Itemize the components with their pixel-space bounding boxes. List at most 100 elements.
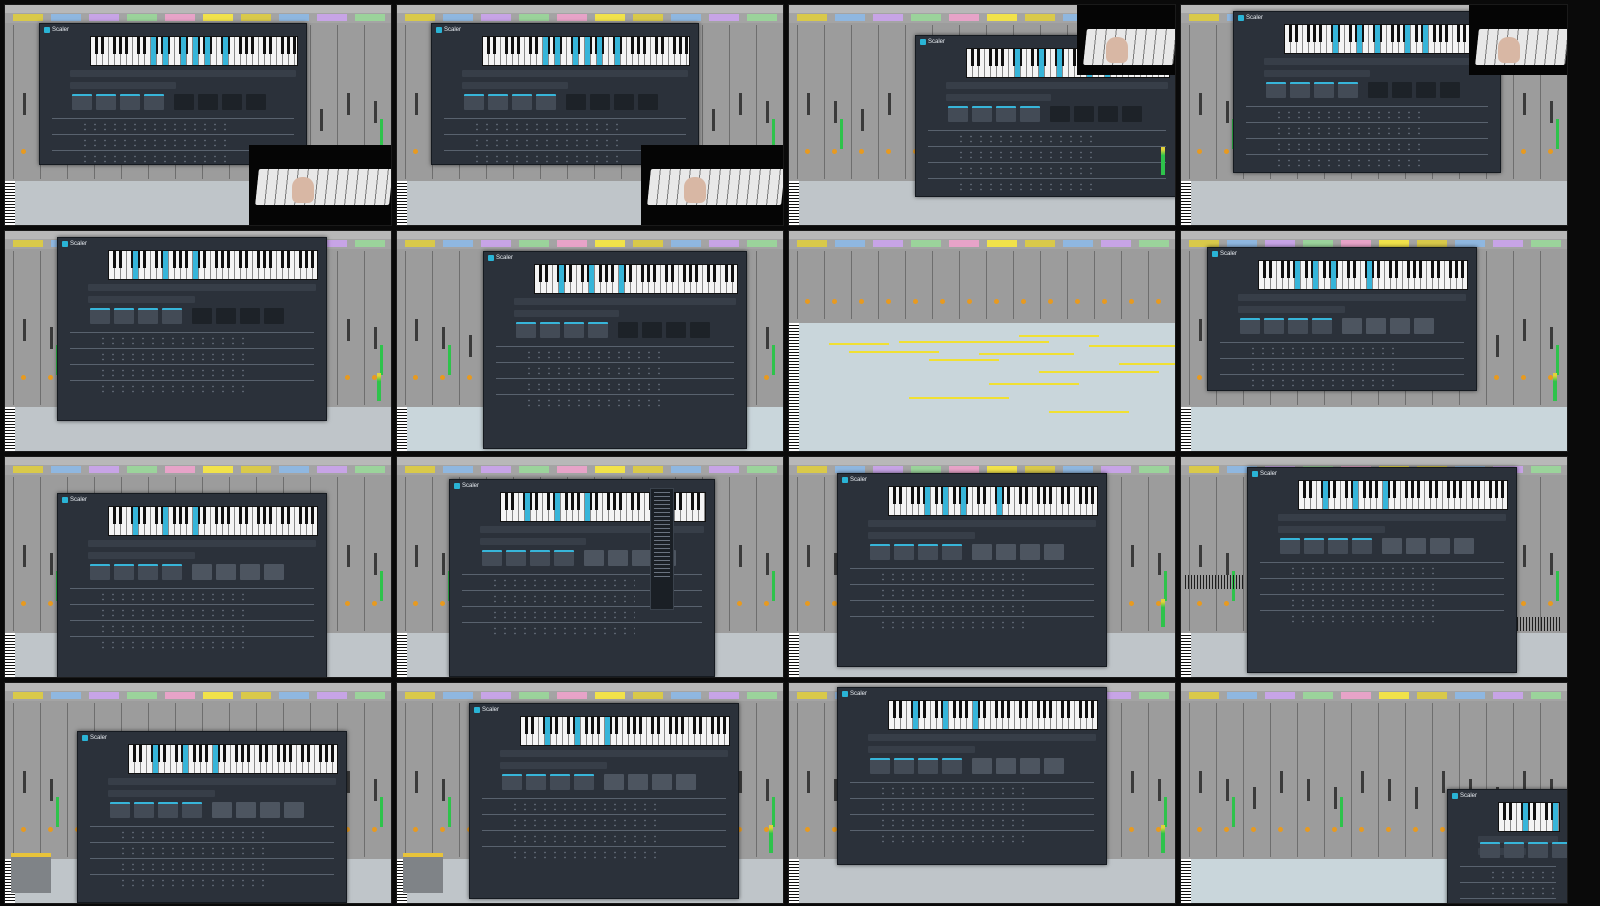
session-clip[interactable] [1493,692,1523,699]
black-key[interactable] [193,745,196,762]
scaler-section-header[interactable] [946,94,1051,101]
highlighted-key[interactable] [181,37,186,65]
black-key[interactable] [155,507,158,524]
session-clip[interactable] [911,466,941,473]
chord-pad[interactable] [512,94,532,110]
chord-pad[interactable] [942,758,962,774]
send-knob[interactable] [440,601,445,606]
black-key[interactable] [681,717,684,734]
volume-fader[interactable] [1361,771,1364,793]
black-key[interactable] [1263,261,1266,278]
black-key[interactable] [607,493,610,510]
chord-slot[interactable] [174,94,194,110]
scaler-keyboard[interactable] [520,716,730,746]
black-key[interactable] [1363,481,1366,498]
session-clip[interactable] [51,14,81,21]
volume-fader[interactable] [712,109,715,131]
session-clip[interactable] [279,14,309,21]
highlighted-key[interactable] [1367,261,1372,289]
session-clip[interactable] [89,466,119,473]
black-key[interactable] [1007,701,1010,718]
volume-fader[interactable] [415,545,418,567]
black-key[interactable] [1417,481,1420,498]
highlighted-key[interactable] [133,251,138,279]
black-key[interactable] [163,745,166,762]
send-knob[interactable] [1251,827,1256,832]
chord-pad[interactable] [162,564,182,580]
black-key[interactable] [1037,487,1040,504]
chord-pad[interactable] [540,322,560,338]
send-knob[interactable] [1197,827,1202,832]
chord-pad[interactable] [502,774,522,790]
volume-fader[interactable] [739,545,742,567]
black-key[interactable] [631,493,634,510]
black-key[interactable] [311,507,314,524]
volume-fader[interactable] [1226,101,1229,123]
chord-slot[interactable] [604,774,624,790]
black-key[interactable] [1411,481,1414,498]
chord-slot[interactable] [614,94,634,110]
session-clip[interactable] [1265,240,1295,247]
black-key[interactable] [287,507,290,524]
dropdown-option[interactable] [654,508,670,509]
black-key[interactable] [325,745,328,762]
chord-pad[interactable] [1280,538,1300,554]
send-knob[interactable] [832,299,837,304]
black-key[interactable] [1001,701,1004,718]
black-key[interactable] [1369,481,1372,498]
chord-slot[interactable] [1430,538,1450,554]
send-knob[interactable] [1224,827,1229,832]
chord-slot[interactable] [240,564,260,580]
black-key[interactable] [1353,261,1356,278]
chord-pad[interactable] [1290,82,1310,98]
chord-slot[interactable] [1414,318,1434,334]
black-key[interactable] [215,251,218,268]
chord-pad[interactable] [1328,538,1348,554]
volume-fader[interactable] [415,319,418,341]
chord-pad[interactable] [162,308,182,324]
black-key[interactable] [971,49,974,66]
black-key[interactable] [571,493,574,510]
black-key[interactable] [263,251,266,268]
volume-fader[interactable] [442,327,445,349]
scaler-section-header[interactable] [88,296,196,303]
black-key[interactable] [299,251,302,268]
volume-fader[interactable] [807,93,810,115]
black-key[interactable] [539,265,542,282]
highlighted-key[interactable] [585,37,590,65]
send-knob[interactable] [440,375,445,380]
highlighted-key[interactable] [543,37,548,65]
black-key[interactable] [119,37,122,54]
scaler-keyboard[interactable] [90,36,298,66]
session-clip[interactable] [1189,692,1219,699]
black-key[interactable] [567,717,570,734]
black-key[interactable] [595,493,598,510]
session-clip[interactable] [405,14,435,21]
black-key[interactable] [1073,49,1076,66]
midi-clip-area[interactable] [1181,181,1567,225]
black-key[interactable] [1305,261,1308,278]
volume-fader[interactable] [766,101,769,123]
black-key[interactable] [199,745,202,762]
session-clip[interactable] [443,692,473,699]
black-key[interactable] [203,251,206,268]
chord-pad[interactable] [1504,842,1524,858]
black-key[interactable] [899,701,902,718]
black-key[interactable] [301,745,304,762]
black-key[interactable] [605,265,608,282]
chord-slot[interactable] [1406,538,1426,554]
black-key[interactable] [697,493,700,510]
session-clip[interactable] [797,14,827,21]
black-key[interactable] [1067,701,1070,718]
dropdown-option[interactable] [654,512,670,513]
volume-fader[interactable] [50,327,53,349]
dropdown-option[interactable] [654,576,670,577]
session-clip[interactable] [1493,240,1523,247]
chord-slot[interactable] [192,564,212,580]
black-key[interactable] [175,745,178,762]
chord-pad[interactable] [564,322,584,338]
black-key[interactable] [487,37,490,54]
black-key[interactable] [1405,481,1408,498]
send-knob[interactable] [805,149,810,154]
black-key[interactable] [1031,49,1034,66]
